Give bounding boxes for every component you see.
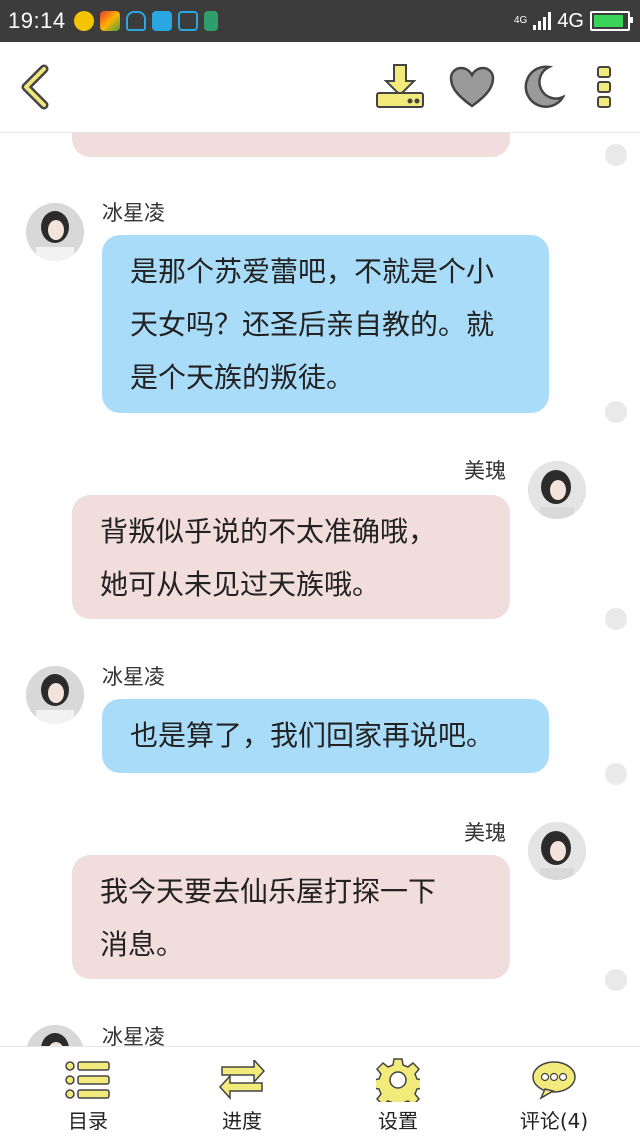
favorite-button[interactable]	[446, 42, 498, 132]
message-line: 消息。	[100, 928, 185, 961]
message-bubble[interactable]: 背叛似乎说的不太准确哦， 她可从未见过天族哦。	[72, 495, 510, 619]
color-app-icon	[99, 11, 120, 31]
settings-label: 设置	[378, 1109, 418, 1133]
list-icon	[65, 1061, 110, 1099]
chat-area[interactable]: 冰星凌 是那个苏爱蕾吧，不就是个小 天女吗？还圣后亲自教的。就 是个天族的叛徒。…	[0, 133, 640, 1046]
message-bubble[interactable]: 也是算了，我们回家再说吧。	[102, 699, 549, 773]
message-line: 背叛似乎说的不太准确哦，	[100, 515, 437, 548]
network-label: 4G	[557, 9, 584, 32]
read-indicator	[605, 763, 627, 785]
download-icon	[376, 64, 424, 108]
speaker-name: 美瑰	[464, 821, 506, 845]
speaker-name: 冰星凌	[102, 201, 165, 225]
message-line: 也是算了，我们回家再说吧。	[130, 719, 495, 752]
night-mode-icon	[524, 65, 565, 108]
network-small-label: 4G	[513, 15, 528, 26]
progress-label: 进度	[222, 1109, 262, 1133]
speaker-name: 美瑰	[464, 459, 506, 483]
download-button[interactable]	[372, 42, 428, 132]
headset-icon	[125, 11, 146, 31]
avatar[interactable]	[26, 666, 84, 724]
avatar[interactable]	[528, 822, 586, 880]
night-mode-button[interactable]	[518, 42, 568, 132]
back-arrow-icon	[21, 64, 49, 110]
message-line: 是个天族的叛徒。	[130, 361, 355, 394]
bottom-bar: 目录 进度 设置 评论(4)	[0, 1046, 640, 1139]
message-bubble[interactable]: 我今天要去仙乐屋打探一下 消息。	[72, 855, 510, 979]
read-indicator	[605, 969, 627, 991]
heart-icon	[449, 66, 495, 108]
message-line: 天女吗？还圣后亲自教的。就	[130, 308, 495, 341]
avatar[interactable]	[26, 1025, 84, 1046]
top-bar	[0, 42, 640, 133]
settings-button[interactable]: 设置	[338, 1047, 458, 1139]
speaker-name: 冰星凌	[102, 665, 165, 689]
more-icon	[597, 66, 611, 108]
toc-label: 目录	[68, 1109, 108, 1133]
message-bubble[interactable]: 是那个苏爱蕾吧，不就是个小 天女吗？还圣后亲自教的。就 是个天族的叛徒。	[102, 235, 549, 413]
read-indicator	[605, 608, 627, 630]
read-indicator	[605, 144, 627, 166]
swap-arrows-icon	[218, 1060, 266, 1100]
more-button[interactable]	[586, 42, 622, 132]
comments-label: 评论(4)	[519, 1109, 589, 1133]
message-line: 我今天要去仙乐屋打探一下	[100, 875, 437, 908]
status-time: 19:14	[8, 8, 66, 33]
back-button[interactable]	[10, 42, 60, 132]
comments-button[interactable]: 评论(4)	[494, 1047, 614, 1139]
speaker-name: 冰星凌	[102, 1025, 165, 1046]
message-line: 她可从未见过天族哦。	[100, 568, 381, 601]
battery-icon	[590, 11, 633, 31]
progress-button[interactable]: 进度	[182, 1047, 302, 1139]
avatar[interactable]	[528, 461, 586, 519]
scan-icon	[177, 11, 198, 31]
read-indicator	[605, 401, 627, 423]
gear-icon	[376, 1058, 420, 1102]
avatar[interactable]	[26, 203, 84, 261]
toc-button[interactable]: 目录	[28, 1047, 148, 1139]
comment-bubble-icon	[532, 1061, 576, 1100]
status-bar: 19:14 4G 4G	[0, 0, 640, 42]
plus-app-icon	[73, 11, 94, 31]
signal-icon	[533, 12, 552, 30]
message-bubble-partial	[72, 133, 510, 157]
chat-app-icon	[151, 11, 172, 31]
message-line: 是那个苏爱蕾吧，不就是个小	[130, 255, 495, 288]
lock-icon	[203, 11, 218, 31]
